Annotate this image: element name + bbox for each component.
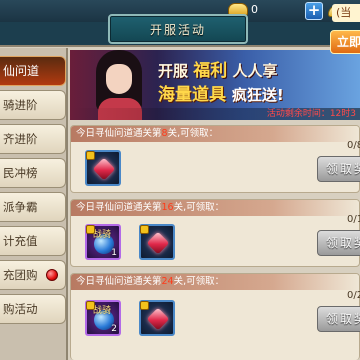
sidebar-item-xunxian[interactable]: 仙问道 (0, 56, 66, 86)
task-progress: 0/8 (347, 140, 360, 151)
reward-tag: 战骑 (93, 230, 112, 240)
recharge-plus-button[interactable]: + (305, 2, 323, 20)
claim-reward-button[interactable]: 领取奖 (317, 306, 360, 332)
reward-item[interactable] (85, 150, 121, 186)
task-progress: 0/2 (347, 290, 360, 301)
bind-lock-icon (140, 301, 149, 310)
bind-lock-icon (86, 225, 95, 234)
task-title: 今日寻仙问道通关第16关,可领取： (71, 200, 359, 216)
task-title: 今日寻仙问道通关第8关,可领取： (71, 126, 359, 142)
reward-item[interactable] (139, 300, 175, 336)
task-card-1: 今日寻仙问道通关第8关,可领取： 0/8 领取奖 (70, 125, 360, 193)
reward-quantity: 1 (111, 248, 117, 258)
bind-lock-icon (86, 301, 95, 310)
reward-item[interactable]: 战骑 2 (85, 300, 121, 336)
red-gem-icon (146, 231, 170, 255)
task-progress: 0/1 (347, 214, 360, 225)
banner-go-button[interactable]: 立即 (330, 30, 360, 54)
reward-tag: 战骑 (93, 306, 112, 316)
sidebar-item-purchase-event[interactable]: 购活动 (0, 294, 66, 324)
sidebar-item-sect-battle[interactable]: 派争霸 (0, 192, 66, 222)
sidebar-item-rank-rush[interactable]: 民冲榜 (0, 158, 66, 188)
notification-dot-icon (46, 269, 58, 281)
banner-subheadline: 海量道具 疯狂送! (158, 85, 284, 105)
red-gem-icon (92, 157, 116, 181)
plus-icon: + (307, 1, 321, 19)
sidebar-item-mount-advance[interactable]: 骑进阶 (0, 90, 66, 120)
claim-reward-button[interactable]: 领取奖 (317, 156, 360, 182)
banner-headline: 开服 福利 人人享 (158, 61, 278, 81)
sidebar-item-total-recharge[interactable]: 计充值 (0, 226, 66, 256)
event-countdown: 活动剩余时间：12时3 (70, 108, 360, 120)
red-gem-icon (146, 307, 170, 331)
task-card-3: 今日寻仙问道通关第24关,可领取： 战骑 2 0/2 领取奖 (70, 273, 360, 360)
task-title: 今日寻仙问道通关第24关,可领取： (71, 274, 359, 290)
panel-title: 开服活动 (108, 14, 248, 44)
reward-item[interactable]: 战骑 1 (85, 224, 121, 260)
task-card-2: 今日寻仙问道通关第16关,可领取： 战骑 1 0/1 领取奖 (70, 199, 360, 267)
sidebar-item-all-advance[interactable]: 齐进阶 (0, 124, 66, 154)
claim-reward-button[interactable]: 领取奖 (317, 230, 360, 256)
activity-sidebar: 仙问道 骑进阶 齐进阶 民冲榜 派争霸 计充值 充团购 购活动 (0, 48, 68, 360)
bind-lock-icon (140, 225, 149, 234)
gold-amount: 0 (251, 3, 258, 16)
bind-lock-icon (86, 151, 95, 160)
reward-item[interactable] (139, 224, 175, 260)
banner-corner-tag: (当 (332, 4, 360, 22)
reward-quantity: 2 (111, 324, 117, 334)
